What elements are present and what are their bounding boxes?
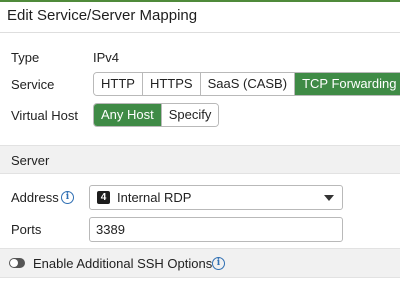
service-option-https[interactable]: HTTPS (142, 73, 201, 95)
chevron-down-icon (324, 195, 334, 201)
address-select[interactable]: 4 Internal RDP (89, 185, 343, 210)
server-section-title: Server (11, 153, 50, 168)
header-accent-line (0, 0, 400, 2)
ports-input[interactable]: 3389 (89, 217, 343, 242)
service-option-tcp-forwarding[interactable]: TCP Forwarding (295, 73, 400, 95)
virtual-host-option-any-host[interactable]: Any Host (94, 104, 162, 126)
dialog-title: Edit Service/Server Mapping (7, 7, 198, 24)
address-object-icon: 4 (97, 191, 110, 204)
ports-label: Ports (11, 222, 42, 237)
address-selected-value: Internal RDP (117, 190, 192, 205)
server-section-header: Server (0, 145, 400, 174)
service-selector: HTTP HTTPS SaaS (CASB) TCP Forwarding (93, 72, 400, 96)
service-label: Service (11, 77, 55, 92)
type-label: Type (11, 50, 40, 65)
service-option-saas-casb[interactable]: SaaS (CASB) (200, 73, 296, 95)
service-option-http[interactable]: HTTP (94, 73, 143, 95)
type-value: IPv4 (93, 50, 120, 65)
dialog-header: Edit Service/Server Mapping (0, 0, 400, 33)
ssh-options-label: Enable Additional SSH Options (33, 256, 213, 271)
virtual-host-selector: Any Host Specify (93, 103, 220, 127)
edit-service-server-mapping-dialog: Edit Service/Server Mapping Type IPv4 Se… (0, 0, 400, 299)
ssh-options-info-icon[interactable]: i (212, 257, 225, 270)
ports-value: 3389 (96, 222, 125, 237)
address-info-icon[interactable]: i (61, 191, 74, 204)
virtual-host-option-specify[interactable]: Specify (161, 104, 219, 126)
ssh-options-toggle[interactable] (9, 258, 25, 268)
virtual-host-label: Virtual Host (11, 108, 78, 123)
toggle-knob (10, 259, 18, 267)
address-label: Address (11, 190, 59, 205)
